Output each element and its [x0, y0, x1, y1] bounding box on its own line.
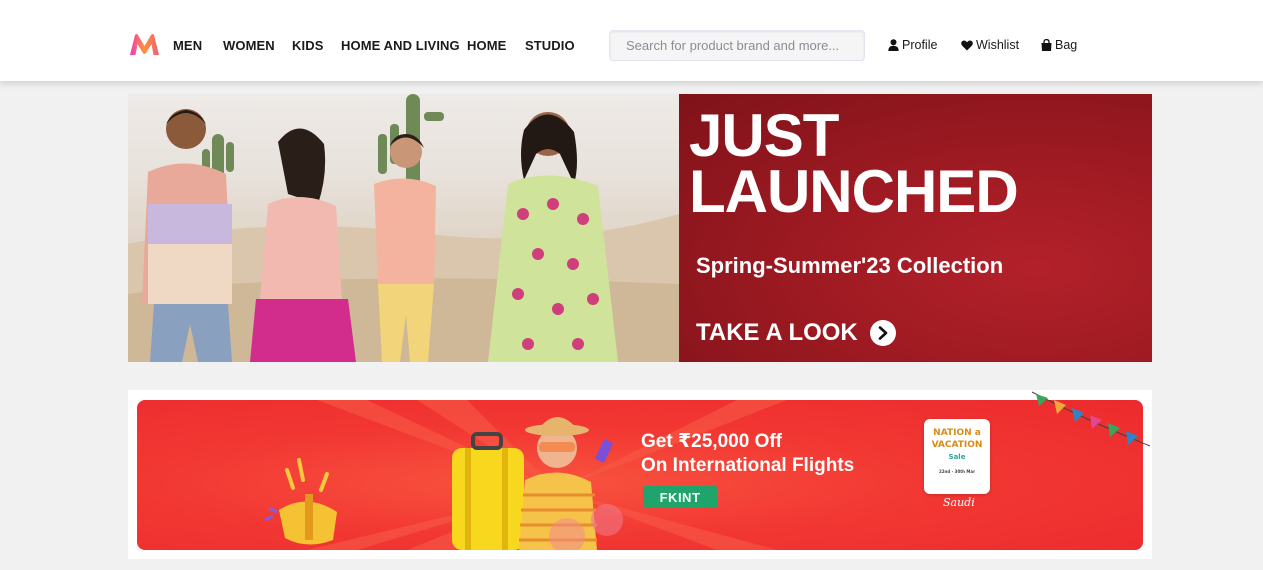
take-a-look-button[interactable]: TAKE A LOOK — [696, 319, 896, 347]
bunting-decoration — [1031, 391, 1151, 447]
flight-offer-banner[interactable]: Get ₹25,000 Off On International Flights… — [128, 390, 1152, 559]
hero-headline: JUST LAUNCHED — [689, 102, 1019, 225]
hero-banner[interactable]: JUST LAUNCHED Spring-Summer'23 Collectio… — [128, 94, 1152, 362]
nav-women[interactable]: WOMEN — [223, 38, 275, 53]
sale-badge: NATION a VACATION Sale 22nd - 30th Mar — [924, 419, 990, 494]
nav-kids[interactable]: KIDS — [292, 38, 323, 53]
hero-subtitle: Spring-Summer'23 Collection — [696, 253, 1004, 278]
heart-icon — [961, 39, 973, 50]
profile-button[interactable]: Profile — [888, 38, 937, 52]
sale-badge-line3: Sale — [948, 453, 966, 461]
sponsor-logo: Saudi — [943, 496, 975, 509]
nav-studio[interactable]: STUDIO — [525, 38, 575, 53]
bag-label: Bag — [1055, 38, 1078, 52]
wishlist-label: Wishlist — [976, 38, 1020, 52]
hero-promo-panel: JUST LAUNCHED Spring-Summer'23 Collectio… — [679, 94, 1152, 362]
promo-title-line1: Get ₹25,000 Off — [641, 431, 782, 452]
search-input[interactable] — [609, 30, 865, 61]
hero-headline-line2: LAUNCHED — [689, 158, 1019, 225]
top-header: MEN WOMEN KIDS HOME AND LIVING HOME STUD… — [0, 0, 1263, 81]
promo-title: Get ₹25,000 Off On International Flights — [641, 430, 854, 478]
nav-home-and-living[interactable]: HOME AND LIVING — [341, 38, 460, 53]
flight-offer-card: Get ₹25,000 Off On International Flights… — [137, 400, 1143, 550]
hero-photo — [128, 94, 679, 362]
hero-models-illustration — [128, 94, 679, 362]
promo-illustration — [264, 400, 787, 550]
chevron-right-icon — [869, 320, 896, 346]
wishlist-button[interactable]: Wishlist — [961, 38, 1019, 52]
hero-headline-line1: JUST — [689, 102, 839, 169]
sale-badge-line4: 22nd - 30th Mar — [938, 469, 976, 474]
coupon-code-badge: FKINT — [643, 486, 717, 508]
myntra-logo[interactable] — [129, 33, 160, 56]
profile-label: Profile — [902, 38, 938, 52]
take-a-look-label: TAKE A LOOK — [696, 319, 858, 346]
bag-button[interactable]: Bag — [1041, 38, 1077, 52]
shopping-bag-icon — [1041, 39, 1052, 51]
nav-men[interactable]: MEN — [173, 38, 202, 53]
user-icon — [888, 39, 899, 51]
promo-title-line2: On International Flights — [641, 455, 855, 476]
sale-badge-line2: VACATION — [931, 440, 983, 450]
nav-home[interactable]: HOME — [467, 38, 506, 53]
sale-badge-line1: NATION a — [933, 428, 981, 438]
